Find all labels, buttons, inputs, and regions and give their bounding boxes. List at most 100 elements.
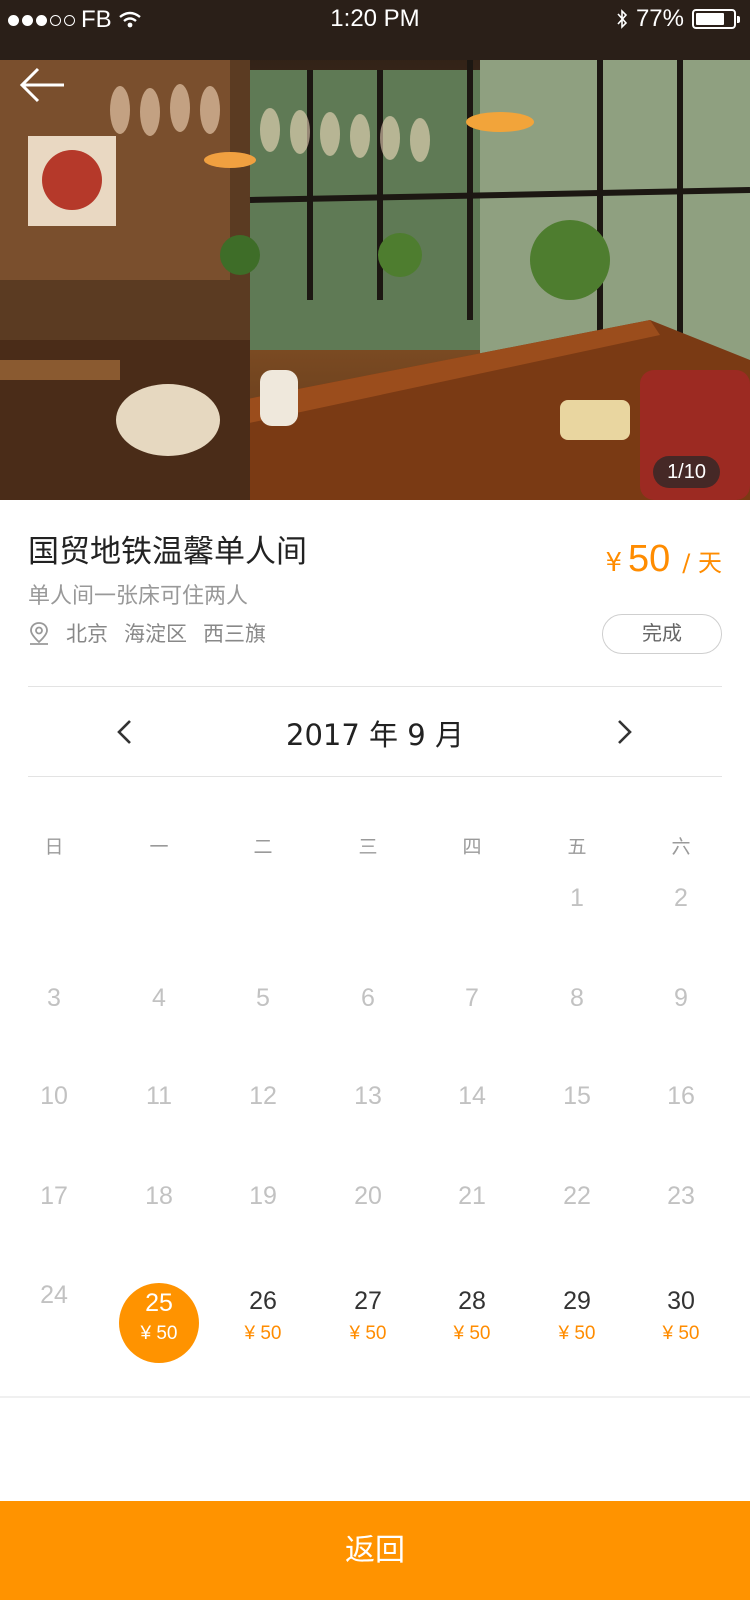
calendar-day: 7 <box>430 970 514 1054</box>
back-button[interactable] <box>16 60 72 110</box>
calendar-day[interactable]: 29 ¥ 50 <box>535 1283 619 1367</box>
day-number: 17 <box>40 1182 68 1210</box>
image-counter: 1/10 <box>653 456 720 488</box>
day-number: 9 <box>674 984 688 1012</box>
day-number: 11 <box>146 1082 172 1110</box>
day-number: 3 <box>47 984 61 1012</box>
day-number: 8 <box>570 984 584 1012</box>
day-number: 26 <box>249 1287 277 1315</box>
day-number: 2 <box>674 884 688 912</box>
chevron-right-icon <box>618 720 632 744</box>
day-number: 27 <box>354 1287 382 1315</box>
location-district: 海淀区 <box>124 622 187 646</box>
location-pin-icon <box>30 622 48 645</box>
calendar-day: 19 <box>221 1168 305 1252</box>
price-unit: / 天 <box>682 549 722 577</box>
return-button[interactable]: 返回 <box>0 1501 750 1600</box>
day-number: 19 <box>249 1182 277 1210</box>
calendar-day-selected[interactable]: 25 ¥ 50 <box>119 1283 199 1363</box>
calendar-day: 1 <box>535 870 619 954</box>
price-symbol: ¥ <box>605 548 622 578</box>
day-number: 28 <box>458 1287 486 1315</box>
day-number: 10 <box>40 1082 68 1110</box>
weekday-label: 二 <box>253 836 273 858</box>
location-area: 西三旗 <box>203 622 266 646</box>
day-number: 12 <box>249 1082 277 1110</box>
calendar-day: 14 <box>430 1068 514 1152</box>
calendar-day[interactable]: 30 ¥ 50 <box>639 1283 723 1367</box>
weekday-label: 日 <box>44 836 64 858</box>
day-price: ¥ 50 <box>244 1323 282 1344</box>
day-number: 23 <box>667 1182 695 1210</box>
day-price: ¥ 50 <box>140 1323 178 1344</box>
calendar-day: 4 <box>117 970 201 1054</box>
day-number: 7 <box>465 984 479 1012</box>
weekday-label: 五 <box>567 836 587 858</box>
calendar-day: 12 <box>221 1068 305 1152</box>
bluetooth-icon <box>617 9 628 29</box>
day-number: 22 <box>563 1182 591 1210</box>
calendar-day[interactable]: 28 ¥ 50 <box>430 1283 514 1367</box>
calendar-day: 3 <box>12 970 96 1054</box>
done-button[interactable]: 完成 <box>602 614 722 654</box>
listing-location: 北京 海淀区 西三旗 <box>28 618 266 648</box>
listing-subtitle: 单人间一张床可住两人 <box>28 584 249 609</box>
status-bar: FB 1:20 PM 77% <box>0 0 750 40</box>
weekday-label: 一 <box>149 836 169 858</box>
listing-info: 国贸地铁温馨单人间 单人间一张床可住两人 北京 海淀区 西三旗 ¥ 50 / 天… <box>0 500 750 686</box>
calendar-day[interactable]: 27 ¥ 50 <box>326 1283 410 1367</box>
calendar-day: 13 <box>326 1068 410 1152</box>
day-price: ¥ 50 <box>558 1323 596 1344</box>
calendar-day: 18 <box>117 1168 201 1252</box>
listing-title: 国贸地铁温馨单人间 <box>28 534 307 570</box>
day-number: 16 <box>667 1082 695 1110</box>
calendar-day: 23 <box>639 1168 723 1252</box>
calendar-day: 5 <box>221 970 305 1054</box>
day-number: 20 <box>354 1182 382 1210</box>
day-price: ¥ 50 <box>453 1323 491 1344</box>
listing-price: ¥ 50 / 天 <box>605 538 722 581</box>
battery-icon <box>692 9 740 29</box>
day-number: 25 <box>145 1289 173 1317</box>
calendar-day: 6 <box>326 970 410 1054</box>
calendar-day: 21 <box>430 1168 514 1252</box>
next-month-button[interactable] <box>606 714 642 750</box>
day-price: ¥ 50 <box>662 1323 700 1344</box>
day-number: 4 <box>152 984 166 1012</box>
day-number: 6 <box>361 984 375 1012</box>
hero-image[interactable]: FB 1:20 PM 77% 1/10 <box>0 0 750 500</box>
restaurant-photo <box>0 0 750 500</box>
weekday-label: 三 <box>358 836 378 858</box>
calendar-day: 24 <box>12 1267 96 1351</box>
calendar-day: 17 <box>12 1168 96 1252</box>
calendar-day: 20 <box>326 1168 410 1252</box>
battery-percentage: 77% <box>635 5 684 32</box>
location-city: 北京 <box>66 622 108 646</box>
day-number: 5 <box>256 984 270 1012</box>
calendar-day[interactable]: 26 ¥ 50 <box>221 1283 305 1367</box>
weekday-header: 日一二三四五六 <box>0 820 750 860</box>
month-navigator: 2017 年 9 月 <box>0 686 750 776</box>
calendar-day: 10 <box>12 1068 96 1152</box>
day-number: 30 <box>667 1287 695 1315</box>
calendar-day: 22 <box>535 1168 619 1252</box>
day-number: 15 <box>563 1082 591 1110</box>
day-number: 21 <box>458 1182 486 1210</box>
weekday-label: 六 <box>671 836 691 858</box>
calendar-day: 9 <box>639 970 723 1054</box>
arrow-left-icon <box>19 67 64 103</box>
divider <box>28 776 722 777</box>
day-price: ¥ 50 <box>349 1323 387 1344</box>
day-number: 29 <box>563 1287 591 1315</box>
calendar-day: 16 <box>639 1068 723 1152</box>
day-number: 13 <box>354 1082 382 1110</box>
calendar-day: 15 <box>535 1068 619 1152</box>
price-amount: 50 <box>628 538 671 580</box>
day-number: 14 <box>458 1082 486 1110</box>
battery-level <box>696 13 724 25</box>
calendar-day: 11 <box>117 1068 201 1152</box>
day-number: 18 <box>145 1182 173 1210</box>
day-number: 24 <box>40 1281 68 1309</box>
calendar-day: 2 <box>639 870 723 954</box>
day-number: 1 <box>570 884 584 912</box>
